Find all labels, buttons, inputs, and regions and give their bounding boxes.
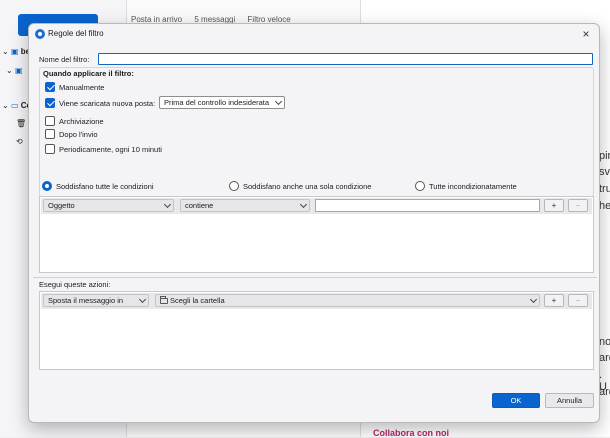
match-any-radio[interactable] <box>229 181 239 191</box>
chevron-down-icon <box>274 97 283 106</box>
reading-text: no? <box>599 336 610 348</box>
account-tree-item[interactable]: ⌄ ▣ be <box>2 47 30 56</box>
new-mail-checkbox[interactable] <box>45 98 55 108</box>
archive-checkbox-label: Archiviazione <box>59 117 104 126</box>
cancel-button[interactable]: Annulla <box>545 393 594 408</box>
outbox-icon[interactable]: ⟲ <box>16 137 23 146</box>
dialog-title: Regole del filtro <box>48 29 104 38</box>
trash-icon[interactable]: 🗑 <box>16 119 26 128</box>
remove-action-button[interactable]: − <box>568 294 588 307</box>
reading-text: pir <box>599 150 610 162</box>
dialog-titlebar: Regole del filtro × <box>29 24 599 44</box>
local-folders-tree-item[interactable]: ⌄ ▭ Ce <box>2 101 31 110</box>
new-mail-timing-select[interactable]: Prima del controllo indesiderata <box>159 96 285 109</box>
match-all-label: Soddisfano tutte le condizioni <box>56 182 154 191</box>
reading-text: are <box>599 386 610 398</box>
manual-checkbox-label: Manualmente <box>59 83 105 92</box>
condition-value-input[interactable] <box>315 199 540 212</box>
section-divider <box>33 277 597 278</box>
manual-checkbox[interactable] <box>45 82 55 92</box>
remove-condition-button[interactable]: − <box>568 199 588 212</box>
filter-rules-dialog: Regole del filtro × Nome del filtro: Qua… <box>28 23 600 423</box>
inbox-tree-item[interactable]: ⌄ ▣ <box>6 66 23 75</box>
condition-field-select[interactable]: Oggetto <box>43 199 174 212</box>
reading-text: sv <box>599 166 610 178</box>
add-condition-button[interactable]: + <box>544 199 564 212</box>
filter-name-label: Nome del filtro: <box>39 55 90 64</box>
match-any-label: Soddisfano anche una sola condizione <box>243 182 372 191</box>
close-icon[interactable]: × <box>579 27 593 41</box>
when-apply-group <box>39 67 594 197</box>
chevron-down-icon <box>138 295 147 304</box>
action-target-select[interactable]: Scegli la cartella <box>155 294 540 307</box>
chevron-down-icon <box>163 200 172 209</box>
after-send-checkbox[interactable] <box>45 129 55 139</box>
after-send-checkbox-label: Dopo l'invio <box>59 130 98 139</box>
periodic-checkbox[interactable] <box>45 144 55 154</box>
folder-icon <box>160 296 168 304</box>
when-apply-heading: Quando applicare il filtro: <box>43 69 134 78</box>
chevron-down-icon <box>299 200 308 209</box>
reading-text: tru <box>599 183 610 195</box>
reading-text: are <box>599 352 610 364</box>
actions-list: Sposta il messaggio in Scegli la cartell… <box>39 291 594 370</box>
archive-checkbox[interactable] <box>45 116 55 126</box>
action-type-select[interactable]: Sposta il messaggio in <box>43 294 149 307</box>
match-unconditional-label: Tutte incondizionatamente <box>429 182 517 191</box>
add-action-button[interactable]: + <box>544 294 564 307</box>
actions-heading: Esegui queste azioni: <box>39 280 111 289</box>
action-row: Sposta il messaggio in Scegli la cartell… <box>41 293 592 309</box>
periodic-checkbox-label: Periodicamente, ogni 10 minuti <box>59 145 162 154</box>
condition-operator-select[interactable]: contiene <box>180 199 310 212</box>
chevron-down-icon <box>529 295 538 304</box>
condition-row: Oggetto contiene + − <box>41 198 592 214</box>
reading-text: he <box>599 200 610 212</box>
new-mail-checkbox-label: Viene scaricata nuova posta: <box>59 99 156 108</box>
match-all-radio[interactable] <box>42 181 52 191</box>
thunderbird-icon <box>35 29 45 39</box>
match-unconditional-radio[interactable] <box>415 181 425 191</box>
ok-button[interactable]: OK <box>492 393 540 408</box>
conditions-list: Oggetto contiene + − <box>39 196 594 273</box>
filter-name-input[interactable] <box>98 53 593 65</box>
